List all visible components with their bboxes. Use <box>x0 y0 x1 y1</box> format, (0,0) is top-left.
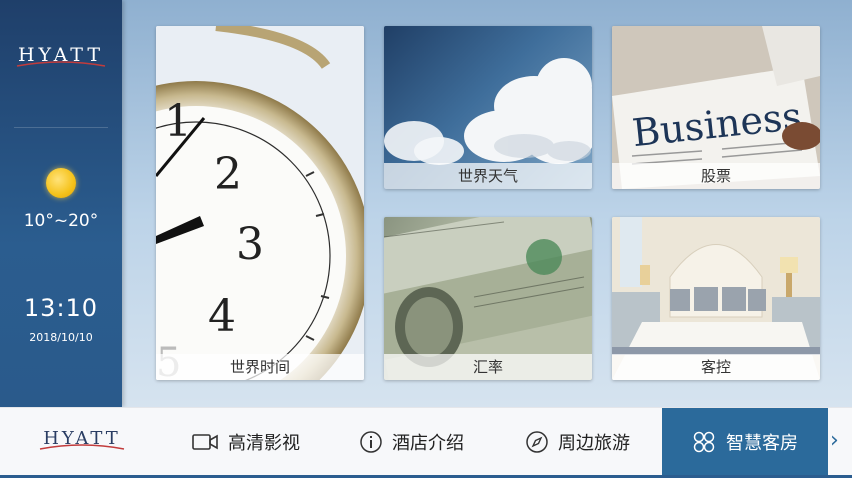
alarm-clock-image: 1 2 3 4 5 <box>156 26 364 380</box>
nav-nearby-travel[interactable]: 周边旅游 <box>526 408 630 475</box>
tile-world-time-label: 世界时间 <box>156 354 364 380</box>
svg-text:3: 3 <box>236 219 264 270</box>
nav-hd-movies-label: 高清影视 <box>228 432 300 454</box>
nav-hotel-intro[interactable]: 酒店介绍 <box>360 408 464 475</box>
info-icon <box>360 430 382 453</box>
sun-weather-icon <box>46 168 76 198</box>
svg-text:4: 4 <box>208 291 236 342</box>
current-date: 2018/10/10 <box>29 331 93 344</box>
smart-room-icon <box>692 430 716 454</box>
nav-hotel-intro-label: 酒店介绍 <box>392 432 464 454</box>
bottom-nav-bar: HYATT 高清影视 酒店介绍 周边旅游 智慧客房 › <box>0 407 852 478</box>
temperature-range: 10°~20° <box>23 211 99 231</box>
chevron-right-icon[interactable]: › <box>830 428 839 453</box>
tile-exchange-rate[interactable]: 汇率 <box>384 217 592 380</box>
nav-nearby-travel-label: 周边旅游 <box>558 432 630 454</box>
tile-world-weather[interactable]: 世界天气 <box>384 26 592 189</box>
nav-smart-room-label: 智慧客房 <box>726 432 798 454</box>
tile-world-time[interactable]: 1 2 3 4 5 世界时间 <box>156 26 364 380</box>
sidebar: HYATT 10°~20° 13:10 2018/10/10 <box>0 0 122 407</box>
nav-smart-room[interactable]: 智慧客房 <box>662 408 828 475</box>
tile-stocks-label: 股票 <box>612 163 820 189</box>
sidebar-divider <box>14 127 108 128</box>
tile-room-control-label: 客控 <box>612 354 820 380</box>
tile-room-control[interactable]: 客控 <box>612 217 820 380</box>
current-time: 13:10 <box>23 294 99 322</box>
compass-icon <box>526 430 548 453</box>
hyatt-logo-bottom[interactable]: HYATT <box>36 428 128 451</box>
tile-stocks[interactable]: Business 股票 <box>612 26 820 189</box>
video-camera-icon <box>192 433 218 451</box>
tile-world-weather-label: 世界天气 <box>384 163 592 189</box>
nav-hd-movies[interactable]: 高清影视 <box>192 408 300 475</box>
tile-exchange-rate-label: 汇率 <box>384 354 592 380</box>
hyatt-logo: HYATT <box>0 44 122 68</box>
svg-text:2: 2 <box>214 149 242 200</box>
